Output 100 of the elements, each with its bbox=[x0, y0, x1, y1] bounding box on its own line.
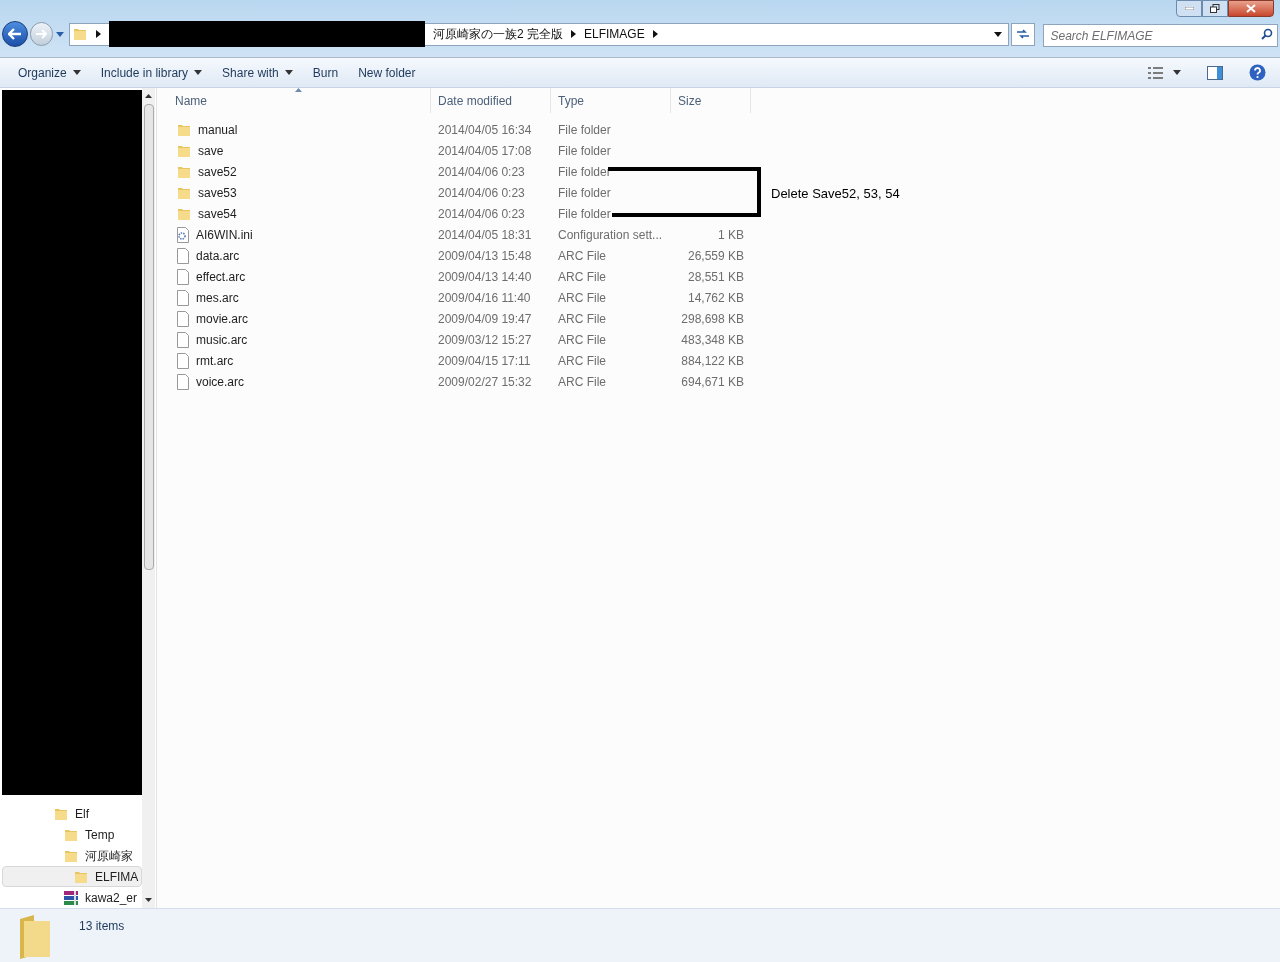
file-name: manual bbox=[198, 121, 238, 139]
file-row[interactable]: movie.arc 2009/04/09 19:47 ARC File 298,698 KB bbox=[168, 308, 751, 329]
column-header[interactable]: Size bbox=[671, 88, 751, 113]
search-icon bbox=[1261, 27, 1273, 40]
toolbar-button[interactable]: Burn bbox=[302, 60, 349, 85]
size-text: 28,551 KB bbox=[687, 269, 744, 284]
document-icon bbox=[176, 289, 190, 306]
caret-icon bbox=[1173, 70, 1181, 75]
file-name: data.arc bbox=[196, 247, 240, 265]
type-text: File folder bbox=[558, 143, 611, 158]
date-text: 2014/04/06 0:23 bbox=[438, 185, 525, 200]
file-row[interactable]: save52 2014/04/06 0:23 File folder bbox=[168, 161, 751, 182]
document-icon bbox=[176, 373, 190, 390]
annotation-text: Delete Save52, 53, 54 bbox=[771, 185, 900, 203]
document-icon bbox=[176, 310, 190, 327]
type-text: ARC File bbox=[558, 248, 606, 263]
file-row[interactable]: data.arc 2009/04/13 15:48 ARC File 26,559 KB bbox=[168, 245, 751, 266]
file-name: AI6WIN.ini bbox=[196, 226, 253, 244]
file-name: mes.arc bbox=[196, 289, 239, 307]
document-icon bbox=[176, 352, 190, 369]
history-dropdown[interactable] bbox=[55, 29, 65, 39]
caret-icon bbox=[56, 31, 65, 37]
document-icon bbox=[176, 247, 190, 264]
scrollbar-thumb[interactable] bbox=[143, 104, 154, 570]
breadcrumb[interactable]: 河原崎家の一族2 完全版 bbox=[432, 25, 563, 43]
file-name: movie.arc bbox=[196, 310, 248, 328]
file-row[interactable]: AI6WIN.ini 2014/04/05 18:31 Configuration sett... 1 KB bbox=[168, 224, 751, 245]
view-options-button[interactable] bbox=[1148, 66, 1181, 79]
date-text: 2009/03/12 15:27 bbox=[438, 332, 532, 347]
pane-icon bbox=[1207, 65, 1223, 80]
file-row[interactable]: manual 2014/04/05 16:34 File folder bbox=[168, 119, 751, 140]
tree-item[interactable]: ELFIMA bbox=[2, 866, 142, 887]
book-stack-icon bbox=[63, 889, 79, 906]
item-count: 13 items bbox=[79, 918, 125, 935]
date-text: 2014/04/06 0:23 bbox=[438, 164, 525, 179]
date-text: 2009/04/13 14:40 bbox=[438, 269, 532, 284]
tree-item[interactable]: Temp bbox=[2, 824, 142, 845]
size-text: 26,559 KB bbox=[687, 248, 744, 263]
column-header[interactable]: Date modified bbox=[431, 88, 551, 113]
toolbar-button[interactable]: Share with bbox=[212, 60, 303, 85]
breadcrumb[interactable]: ELFIMAGE bbox=[583, 25, 645, 43]
preview-pane-button[interactable] bbox=[1207, 65, 1223, 80]
close-button[interactable] bbox=[1228, 0, 1274, 17]
type-text: ARC File bbox=[558, 332, 606, 347]
file-row[interactable]: rmt.arc 2009/04/15 17:11 ARC File 884,122 KB bbox=[168, 350, 751, 371]
type-text: File folder bbox=[558, 206, 611, 221]
back-button[interactable] bbox=[2, 21, 28, 47]
scroll-up-icon bbox=[145, 94, 152, 98]
address-bar[interactable]: 河原崎家の一族2 完全版 ELFIMAGE bbox=[68, 22, 1009, 46]
date-text: 2014/04/05 17:08 bbox=[438, 143, 532, 158]
help-button[interactable] bbox=[1249, 64, 1266, 81]
type-text: ARC File bbox=[558, 374, 606, 389]
file-row[interactable]: voice.arc 2009/02/27 15:32 ARC File 694,671 KB bbox=[168, 371, 751, 392]
date-text: 2009/04/13 15:48 bbox=[438, 248, 532, 263]
file-row[interactable]: save 2014/04/05 17:08 File folder bbox=[168, 140, 751, 161]
refresh-arrows-icon bbox=[1015, 29, 1030, 39]
file-row[interactable]: save53 2014/04/06 0:23 File folder bbox=[168, 182, 751, 203]
toolbar-button[interactable]: New folder bbox=[348, 60, 426, 85]
size-text: 1 KB bbox=[718, 227, 744, 242]
document-icon bbox=[176, 268, 190, 285]
chevron-right-icon bbox=[570, 30, 576, 38]
file-name: save53 bbox=[198, 184, 237, 202]
tree-item[interactable]: kawa2_er bbox=[2, 887, 142, 908]
tree-item[interactable]: Elf bbox=[2, 803, 142, 824]
toolbar-button[interactable]: Organize bbox=[8, 60, 91, 85]
chevron-right-icon bbox=[95, 30, 101, 38]
file-name: rmt.arc bbox=[196, 352, 234, 370]
scroll-down-icon bbox=[145, 898, 152, 902]
date-text: 2009/04/09 19:47 bbox=[438, 311, 532, 326]
file-name: save52 bbox=[198, 163, 237, 181]
column-header[interactable]: Type bbox=[551, 88, 671, 113]
file-name: voice.arc bbox=[196, 373, 245, 391]
tree-item[interactable]: 河原崎家 bbox=[2, 845, 142, 866]
folder-icon bbox=[71, 26, 88, 42]
help-icon bbox=[1249, 64, 1266, 81]
search-field[interactable]: Search ELFIMAGE bbox=[1042, 24, 1278, 47]
file-row[interactable]: save54 2014/04/06 0:23 File folder bbox=[168, 203, 751, 224]
refresh-button[interactable] bbox=[1010, 22, 1035, 46]
restore-button[interactable] bbox=[1202, 0, 1228, 17]
type-text: File folder bbox=[558, 185, 611, 200]
type-text: ARC File bbox=[558, 290, 606, 305]
document-icon bbox=[176, 331, 190, 348]
file-row[interactable]: mes.arc 2009/04/16 11:40 ARC File 14,762 KB bbox=[168, 287, 751, 308]
type-text: File folder bbox=[558, 122, 611, 137]
caret-icon bbox=[993, 31, 1002, 37]
settings-file-icon bbox=[176, 226, 190, 243]
arrow-right-icon bbox=[35, 29, 48, 39]
file-row[interactable]: effect.arc 2009/04/13 14:40 ARC File 28,551 KB bbox=[168, 266, 751, 287]
type-text: ARC File bbox=[558, 353, 606, 368]
type-text: Configuration sett... bbox=[558, 227, 663, 242]
file-row[interactable]: music.arc 2009/03/12 15:27 ARC File 483,348 KB bbox=[168, 329, 751, 350]
size-text: 483,348 KB bbox=[681, 332, 744, 347]
restore-icon bbox=[1210, 4, 1220, 13]
date-text: 2014/04/06 0:23 bbox=[438, 206, 525, 221]
date-text: 2009/02/27 15:32 bbox=[438, 374, 532, 389]
arrow-left-icon bbox=[7, 28, 22, 40]
date-text: 2014/04/05 18:31 bbox=[438, 227, 532, 242]
type-text: ARC File bbox=[558, 269, 606, 284]
size-text: 884,122 KB bbox=[681, 353, 744, 368]
toolbar-button[interactable]: Include in library bbox=[90, 60, 213, 85]
